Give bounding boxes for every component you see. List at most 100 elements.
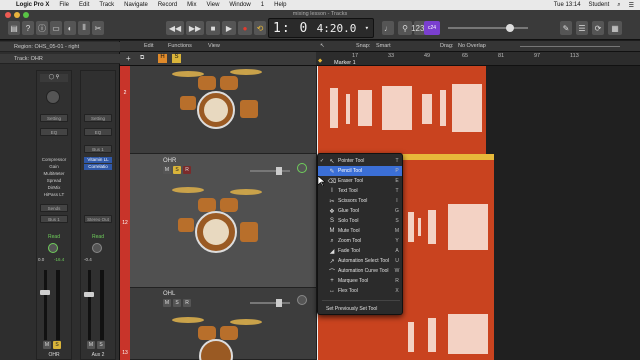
- menu-mix[interactable]: Mix: [187, 2, 196, 8]
- menu-file[interactable]: File: [59, 2, 69, 8]
- zoom-slider[interactable]: [520, 46, 620, 47]
- menu-record[interactable]: Record: [158, 2, 177, 8]
- notes-button[interactable]: ✎: [560, 21, 572, 35]
- plugin-vitamin[interactable]: Vitamin LL: [84, 157, 112, 163]
- tool-mute[interactable]: M Mute Tool M: [318, 226, 402, 236]
- pan-knob-left[interactable]: [48, 243, 58, 253]
- tool-zoom[interactable]: ⌕ Zoom Tool Y: [318, 236, 402, 246]
- output-slot-right[interactable]: Stereo Out: [84, 215, 112, 223]
- track-mute-ohr[interactable]: M: [163, 166, 171, 174]
- snap-select[interactable]: Smart: [376, 43, 391, 49]
- menu-navigate[interactable]: Navigate: [124, 2, 148, 8]
- region-inspector-header[interactable]: Region: OHS_05-01 - right: [0, 42, 120, 52]
- plugin-correlation[interactable]: Correlatio: [84, 164, 112, 170]
- forward-button[interactable]: ▶▶: [186, 21, 204, 35]
- menu-help[interactable]: Help: [274, 2, 286, 8]
- tool-scissors[interactable]: ✂ Scissors Tool I: [318, 196, 402, 206]
- eq-slot-right[interactable]: EQ: [84, 128, 112, 136]
- master-volume-knob[interactable]: [506, 24, 514, 32]
- record-button[interactable]: ●: [238, 21, 252, 35]
- key-badge[interactable]: c24: [424, 21, 440, 35]
- track-record-ohr[interactable]: R: [183, 166, 191, 174]
- clock[interactable]: Tue 13:14: [554, 2, 581, 9]
- track-solo-ohl[interactable]: S: [173, 299, 181, 307]
- gain-knob-icon[interactable]: [46, 90, 60, 104]
- pointer-tool-icon[interactable]: ↖: [320, 43, 325, 49]
- menu-list-icon[interactable]: ☰: [629, 2, 634, 9]
- menu-view[interactable]: View: [207, 2, 220, 8]
- mixer-button[interactable]: ⫴: [78, 21, 90, 35]
- tool-eraser[interactable]: ⌫ Eraser Tool E: [318, 176, 402, 186]
- tool-glue[interactable]: ❖ Glue Tool G: [318, 206, 402, 216]
- mute-button-right[interactable]: M: [87, 341, 95, 349]
- tuner-button[interactable]: ♩: [382, 21, 394, 35]
- tool-marquee[interactable]: + Marquee Tool R: [318, 276, 402, 286]
- solo-button-right[interactable]: S: [97, 341, 105, 349]
- volume-fader-track-left[interactable]: [44, 270, 47, 340]
- tool-flex[interactable]: ↔ Flex Tool X: [318, 286, 402, 296]
- plugin-hipass[interactable]: HiPass LT: [36, 192, 72, 198]
- list-editors-button[interactable]: ☰: [576, 21, 588, 35]
- help-button[interactable]: ?: [22, 21, 34, 35]
- track-inspector-header[interactable]: Track: OHR: [0, 54, 120, 64]
- track-volume-slider-ohl[interactable]: [250, 302, 290, 304]
- user-name[interactable]: Student: [589, 2, 610, 9]
- plugin-dirmix[interactable]: DirMix: [36, 185, 72, 191]
- track-volume-knob-ohl[interactable]: [276, 299, 282, 307]
- stop-button[interactable]: ■: [206, 21, 220, 35]
- tool-solo[interactable]: S Solo Tool S: [318, 216, 402, 226]
- edit-menu[interactable]: Edit: [144, 43, 153, 49]
- lcd-display[interactable]: 1: 0 4:20.0 ▾: [268, 18, 374, 38]
- editors-button[interactable]: ✂: [92, 21, 104, 35]
- view-menu[interactable]: View: [208, 43, 220, 49]
- play-button[interactable]: ▶: [222, 21, 236, 35]
- mute-button-left[interactable]: M: [43, 341, 51, 349]
- zoom-window-button[interactable]: [23, 12, 29, 18]
- drag-select[interactable]: No Overlap: [458, 43, 486, 49]
- lcd-chevron-icon[interactable]: ▾: [365, 24, 369, 32]
- track-solo-ohr[interactable]: S: [173, 166, 181, 174]
- track-mute-ohl[interactable]: M: [163, 299, 171, 307]
- inspector-button[interactable]: ⓘ: [36, 21, 48, 35]
- menu-1[interactable]: 1: [261, 2, 264, 8]
- plugin-multimeter[interactable]: MultiMeter: [36, 171, 72, 177]
- track-record-ohl[interactable]: R: [183, 299, 191, 307]
- sends-slot-left[interactable]: Sends: [40, 204, 68, 212]
- solo-button-left[interactable]: S: [53, 341, 61, 349]
- tool-automation-select[interactable]: ↗ Automation Select Tool U: [318, 256, 402, 266]
- track-pan-knob-ohr[interactable]: [297, 163, 307, 173]
- track-name-ohl[interactable]: OHL: [163, 291, 175, 297]
- marker-icon[interactable]: ◆: [318, 58, 322, 64]
- track-volume-knob-ohr[interactable]: [276, 167, 282, 175]
- setting-slot-left[interactable]: Setting: [40, 114, 68, 122]
- smart-controls-button[interactable]: ◐: [64, 21, 76, 35]
- tool-pointer[interactable]: ✓ ↖ Pointer Tool T: [318, 156, 402, 166]
- search-icon[interactable]: ⌕: [617, 2, 620, 9]
- setting-slot-right[interactable]: Setting: [84, 114, 112, 122]
- tool-fade[interactable]: ◢ Fade Tool A: [318, 246, 402, 256]
- minimize-window-button[interactable]: [14, 12, 20, 18]
- browsers-button[interactable]: ▦: [608, 21, 622, 35]
- set-previously-set-tool[interactable]: Set Previously Set Tool: [318, 304, 402, 314]
- tool-pencil[interactable]: ✎ Pencil Tool P: [318, 166, 402, 176]
- track-volume-slider-ohr[interactable]: [250, 170, 290, 172]
- automation-read-left[interactable]: Read: [36, 234, 72, 240]
- plugin-compressor[interactable]: Compressor: [36, 157, 72, 163]
- output-slot-left[interactable]: Bus 1: [40, 215, 68, 223]
- automation-read-right[interactable]: Read: [80, 234, 116, 240]
- input-monitor-icon[interactable]: ◯ ⚲: [40, 74, 68, 82]
- plugin-spread[interactable]: Spread: [36, 178, 72, 184]
- global-tracks-icon[interactable]: ⧉: [140, 55, 144, 62]
- menu-window[interactable]: Window: [229, 2, 250, 8]
- metronome-button[interactable]: ⚲: [398, 21, 412, 35]
- menu-app[interactable]: Logic Pro X: [16, 2, 49, 8]
- tool-text[interactable]: I Text Tool T: [318, 186, 402, 196]
- bar-ruler[interactable]: 17 33 49 65 81 97 113 Marker 1 ◆: [316, 52, 640, 66]
- input-slot-right[interactable]: Bus 1: [84, 145, 112, 153]
- rewind-button[interactable]: ◀◀: [166, 21, 184, 35]
- tool-automation-curve[interactable]: ⌒ Automation Curve Tool W: [318, 266, 402, 276]
- plugin-gain[interactable]: Gain: [36, 164, 72, 170]
- loop-browser-button[interactable]: ⟳: [592, 21, 604, 35]
- volume-fader-track-right[interactable]: [88, 270, 91, 340]
- menu-track[interactable]: Track: [99, 2, 114, 8]
